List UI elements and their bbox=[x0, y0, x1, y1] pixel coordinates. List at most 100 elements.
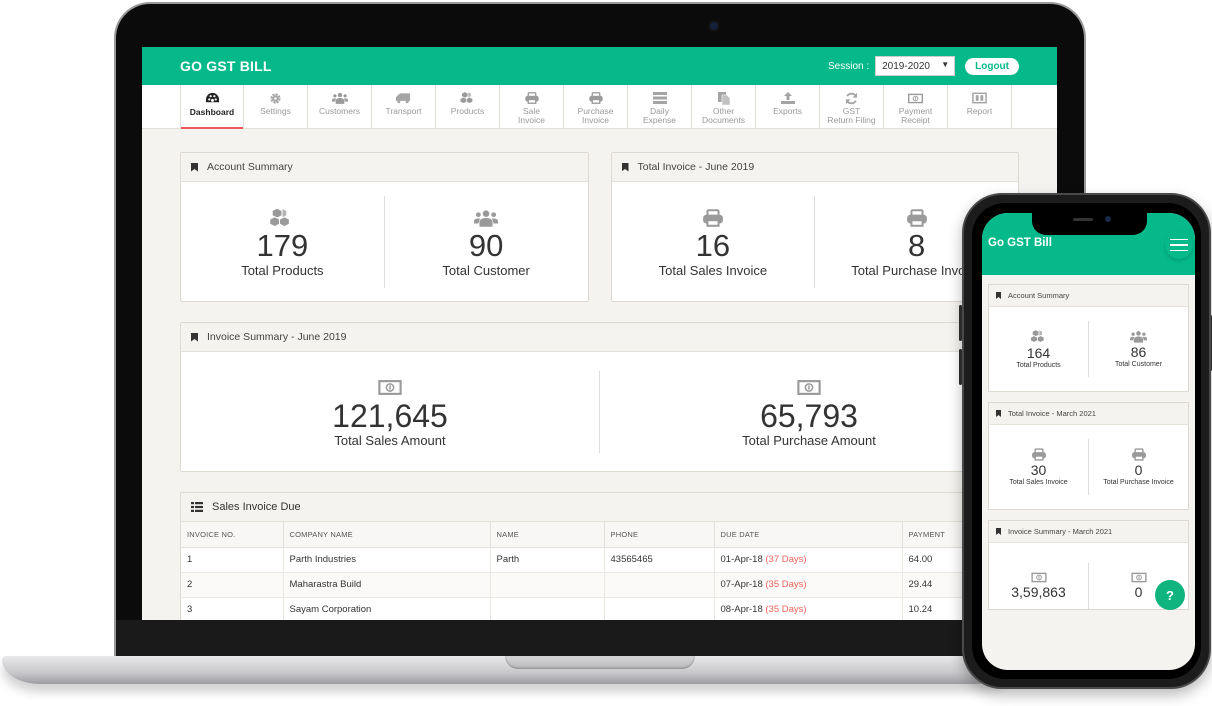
printer-icon bbox=[1032, 448, 1046, 461]
stat-total-sales-invoice[interactable]: 16 Total Sales Invoice bbox=[612, 196, 815, 288]
nav-report[interactable]: Report bbox=[948, 85, 1012, 128]
stat-label: Total Customer bbox=[1114, 361, 1163, 368]
panel-title: Total Invoice - March 2021 bbox=[1008, 409, 1096, 418]
panel-title: Invoice Summary - March 2021 bbox=[1008, 527, 1113, 536]
stat-total-sales-amount[interactable]: 121,645 Total Sales Amount bbox=[181, 371, 599, 453]
stat-value: 8 bbox=[908, 227, 926, 263]
logout-button[interactable]: Logout bbox=[965, 57, 1019, 75]
nav-customers[interactable]: Customers bbox=[308, 85, 372, 128]
stat-value: 0 bbox=[1134, 462, 1143, 478]
stat-total-purchase-amount[interactable]: 65,793 Total Purchase Amount bbox=[599, 371, 1018, 453]
cubes-icon bbox=[460, 91, 476, 105]
cell-phone bbox=[604, 572, 715, 598]
cell-phone bbox=[604, 597, 715, 620]
column-header[interactable]: COMPANY NAME bbox=[283, 522, 491, 548]
sales-invoice-due-panel: Sales Invoice Due INVOICE NO. COMPANY NA… bbox=[180, 492, 1048, 620]
printer-icon bbox=[907, 207, 927, 229]
nav-label: Settings bbox=[260, 106, 291, 116]
mobile-stat-sales-amount[interactable]: 3,59,863 bbox=[989, 563, 1088, 609]
marketing-mockup: GO GST BILL Session : 2019-2020 ▼ Logout… bbox=[0, 0, 1212, 706]
printer-icon bbox=[524, 91, 540, 105]
stat-label: Total Purchase Invoice bbox=[1103, 479, 1174, 486]
stat-value: 16 bbox=[695, 227, 731, 263]
top-bar: GO GST BILL Session : 2019-2020 ▼ Logout bbox=[142, 47, 1057, 85]
nav-label: Purchase Invoice bbox=[577, 106, 614, 125]
nav-other-documents[interactable]: Other Documents bbox=[692, 85, 756, 128]
main-nav: Dashboard Settings Customers Transport P… bbox=[142, 85, 1057, 129]
cell-phone: 43565465 bbox=[604, 547, 715, 573]
truck-icon bbox=[396, 91, 412, 105]
hamburger-menu-icon[interactable] bbox=[1165, 231, 1193, 259]
nav-dashboard[interactable]: Dashboard bbox=[180, 85, 244, 129]
overdue-days: (35 Days) bbox=[765, 579, 807, 590]
users-icon bbox=[332, 91, 348, 105]
dashboard-icon bbox=[204, 91, 220, 105]
nav-payment-receipt[interactable]: Payment Receipt bbox=[884, 85, 948, 128]
session-select[interactable]: 2019-2020 ▼ bbox=[875, 56, 956, 76]
stat-label: Total Products bbox=[241, 262, 324, 278]
mobile-total-invoice-panel: Total Invoice - March 2021 30 Total Sale… bbox=[988, 402, 1189, 510]
column-header[interactable]: NAME bbox=[490, 522, 605, 548]
list-icon bbox=[191, 502, 203, 512]
nav-sale-invoice[interactable]: Sale Invoice bbox=[500, 85, 564, 128]
stat-value: 179 bbox=[256, 227, 309, 263]
bookmark-icon bbox=[621, 162, 629, 172]
column-header[interactable]: PHONE bbox=[604, 522, 715, 548]
table-row[interactable]: 3 Sayam Corporation 08-Apr-18 (35 Days) … bbox=[181, 597, 1018, 620]
cell-name bbox=[490, 572, 605, 598]
stat-label: Total Sales Amount bbox=[334, 432, 446, 448]
invoice-summary-panel: Invoice Summary - June 2019 121,645 Tota… bbox=[180, 322, 1019, 472]
mobile-stat-total-purchase-invoice[interactable]: 0 Total Purchase Invoice bbox=[1088, 439, 1188, 495]
nav-products[interactable]: Products bbox=[436, 85, 500, 128]
refresh-icon bbox=[844, 91, 860, 105]
phone-volume-button bbox=[959, 305, 962, 341]
nav-label: Payment Receipt bbox=[898, 106, 933, 125]
table-row[interactable]: 2 Maharastra Build 07-Apr-18 (35 Days) 2… bbox=[181, 572, 1018, 598]
bookmark-icon bbox=[996, 292, 1001, 299]
stat-total-customer[interactable]: 90 Total Customer bbox=[383, 196, 588, 288]
money-icon bbox=[797, 377, 821, 399]
cell-name: Parth bbox=[490, 547, 605, 573]
column-header[interactable]: DUE DATE bbox=[714, 522, 903, 548]
nav-label: Exports bbox=[773, 106, 802, 116]
money-icon bbox=[1031, 572, 1047, 583]
total-invoice-panel: Total Invoice - June 2019 16 Total Sales… bbox=[610, 152, 1019, 302]
column-header[interactable]: INVOICE NO. bbox=[181, 522, 284, 548]
phone-volume-button bbox=[959, 349, 962, 385]
mobile-brand[interactable]: Go GST Bill bbox=[988, 237, 1052, 249]
upload-icon bbox=[780, 91, 796, 105]
table-row[interactable]: 1 Parth Industries Parth 43565465 01-Apr… bbox=[181, 547, 1018, 573]
nav-gst-return-filing[interactable]: GST Return Filing bbox=[820, 85, 884, 128]
session-label: Session : bbox=[827, 60, 870, 72]
stat-value: 90 bbox=[468, 227, 504, 263]
panel-title: Account Summary bbox=[1008, 291, 1070, 300]
bookmark-icon bbox=[996, 410, 1001, 417]
nav-exports[interactable]: Exports bbox=[756, 85, 820, 128]
printer-icon bbox=[703, 207, 723, 229]
mobile-stat-total-products[interactable]: 164 Total Products bbox=[989, 321, 1088, 377]
stat-label: Total Sales Invoice bbox=[1009, 479, 1068, 486]
laptop-notch bbox=[505, 656, 695, 669]
nav-daily-expense[interactable]: Daily Expense bbox=[628, 85, 692, 128]
nav-settings[interactable]: Settings bbox=[244, 85, 308, 128]
printer-icon bbox=[588, 91, 604, 105]
stat-label: Total Customer bbox=[442, 262, 530, 278]
stat-total-products[interactable]: 179 Total Products bbox=[181, 196, 384, 288]
phone-screen: Go GST Bill Account Summary 164 Total Pr… bbox=[982, 213, 1195, 670]
mobile-stat-total-customer[interactable]: 86 Total Customer bbox=[1088, 321, 1188, 377]
app-brand[interactable]: GO GST BILL bbox=[180, 58, 272, 74]
phone-camera bbox=[1105, 216, 1111, 222]
mobile-stat-total-sales-invoice[interactable]: 30 Total Sales Invoice bbox=[989, 439, 1088, 495]
nav-transport[interactable]: Transport bbox=[372, 85, 436, 128]
nav-label: Sale Invoice bbox=[518, 106, 545, 125]
money-icon bbox=[908, 91, 924, 105]
cell-company-name: Parth Industries bbox=[283, 547, 491, 573]
printer-icon bbox=[1132, 448, 1146, 461]
bookmark-icon bbox=[996, 528, 1001, 535]
bookmark-icon bbox=[191, 162, 198, 172]
cell-invoice-no: 1 bbox=[181, 547, 284, 573]
help-button[interactable]: ? bbox=[1155, 580, 1185, 610]
report-icon bbox=[972, 91, 988, 105]
nav-purchase-invoice[interactable]: Purchase Invoice bbox=[564, 85, 628, 128]
stat-value: 0 bbox=[1134, 584, 1143, 600]
